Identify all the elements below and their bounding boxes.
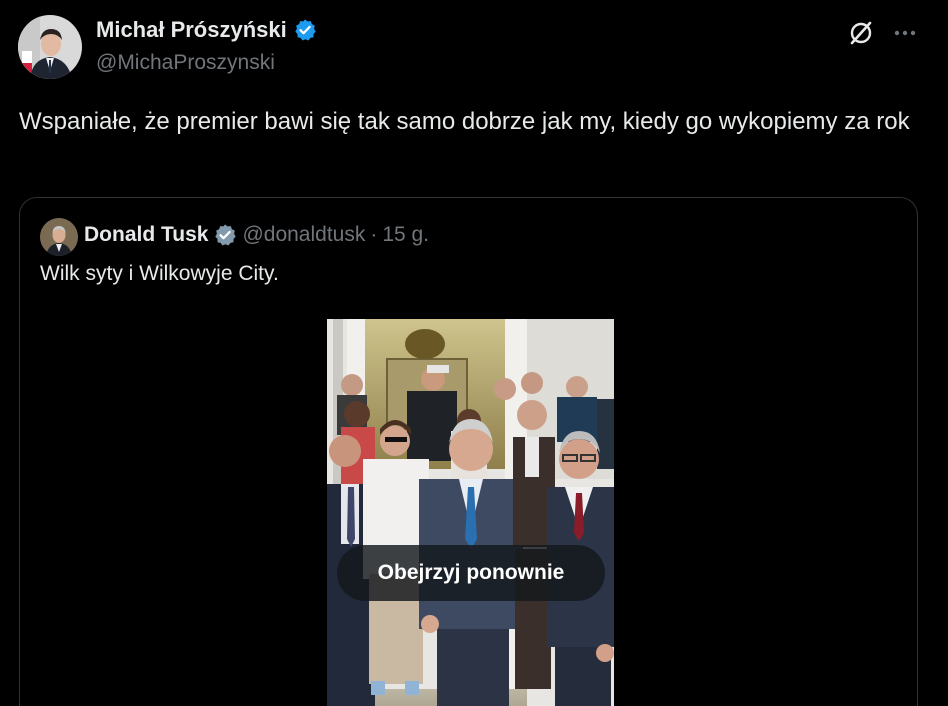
replay-button[interactable]: Obejrzyj ponownie [337,545,605,601]
author-display-name[interactable]: Michał Prószyński [96,17,287,43]
tweet: Michał Prószyński @MichaProszynski Wspan… [0,0,948,706]
tweet-text: Wspaniałe, że premier bawi się tak samo … [19,108,910,135]
author-handle[interactable]: @MichaProszynski [96,51,275,75]
quoted-text: Wilk syty i Wilkowyje City. [40,262,279,285]
quoted-handle: @donaldtusk [242,223,366,246]
author-name-row: Michał Prószyński [96,17,317,43]
grok-icon[interactable] [846,18,876,48]
quoted-header: Donald Tusk @donaldtusk · 15 g. [84,223,429,247]
video-thumbnail [327,319,614,706]
quoted-display-name: Donald Tusk [84,223,209,246]
quoted-author-avatar[interactable] [40,218,78,256]
verified-badge-icon [213,223,237,247]
video-player[interactable]: Obejrzyj ponownie [327,319,614,706]
author-avatar[interactable] [18,15,82,79]
verified-badge-icon[interactable] [293,18,317,42]
more-options-icon[interactable] [890,18,920,48]
separator-dot: · [370,223,378,246]
quoted-tweet-card[interactable]: Donald Tusk @donaldtusk · 15 g. Wilk syt… [19,197,918,706]
quoted-timestamp: 15 g. [382,223,430,246]
